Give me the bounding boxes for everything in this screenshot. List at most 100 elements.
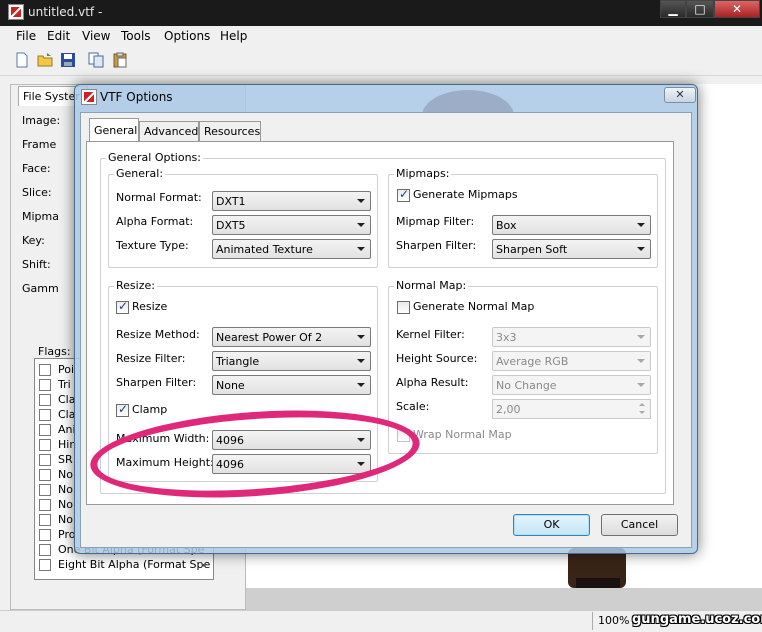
- flag-checkbox[interactable]: [39, 469, 51, 481]
- flag-checkbox[interactable]: [39, 559, 51, 571]
- prop-key-label: Key:: [22, 234, 45, 247]
- texture-type-select[interactable]: Animated Texture: [212, 239, 371, 259]
- menu-bar: File Edit View Tools Options Help: [0, 26, 762, 46]
- resize-filter-select[interactable]: Triangle: [212, 351, 371, 371]
- chevron-down-icon[interactable]: [197, 559, 211, 573]
- tab-general[interactable]: General: [89, 118, 139, 142]
- clamp-label: Clamp: [132, 403, 168, 416]
- main-titlebar: untitled.vtf - ▁ □ ✕: [0, 0, 762, 26]
- flag-item[interactable]: Eight Bit Alpha (Format Spe: [39, 558, 213, 573]
- mipmaps-group-label: Mipmaps:: [394, 167, 452, 180]
- tab-advanced[interactable]: Advanced: [139, 121, 199, 142]
- toolbar: [0, 46, 762, 76]
- normal-format-select[interactable]: DXT1: [212, 191, 371, 211]
- kernel-filter-select[interactable]: 3x3: [492, 327, 651, 347]
- flag-checkbox[interactable]: [39, 544, 51, 556]
- prop-image-label: Image:: [22, 114, 61, 127]
- generate-mipmaps-checkbox[interactable]: [397, 187, 410, 202]
- alpha-result-label: Alpha Result:: [396, 376, 469, 389]
- mipmap-sharpen-select[interactable]: Sharpen Soft: [492, 239, 651, 259]
- cancel-button[interactable]: Cancel: [601, 514, 678, 536]
- mipmap-sharpen-label: Sharpen Filter:: [396, 239, 477, 252]
- chevron-down-icon: [637, 247, 645, 251]
- chevron-down-icon: [637, 359, 645, 363]
- status-divider: [592, 612, 593, 630]
- chevron-down-icon: [357, 247, 365, 251]
- flag-label: Eight Bit Alpha (Format Spe: [58, 558, 211, 571]
- scale-value: 2,00: [496, 403, 521, 416]
- generate-mipmaps-label: Generate Mipmaps: [413, 188, 518, 201]
- flag-checkbox[interactable]: [39, 409, 51, 421]
- mipmap-filter-select[interactable]: Box: [492, 215, 651, 235]
- height-source-label: Height Source:: [396, 352, 478, 365]
- clamp-checkbox[interactable]: [116, 402, 129, 417]
- flag-label: SR: [58, 453, 73, 466]
- flag-checkbox[interactable]: [39, 424, 51, 436]
- normal-format-label: Normal Format:: [116, 191, 202, 204]
- alpha-result-value: No Change: [496, 379, 557, 392]
- height-source-select[interactable]: Average RGB: [492, 351, 651, 371]
- new-file-icon[interactable]: [14, 52, 30, 68]
- flag-checkbox[interactable]: [39, 514, 51, 526]
- menu-options[interactable]: Options: [164, 29, 210, 43]
- save-icon[interactable]: [60, 52, 76, 68]
- menu-help[interactable]: Help: [220, 29, 247, 43]
- alpha-format-value: DXT5: [216, 219, 246, 232]
- prop-shift-label: Shift:: [22, 258, 51, 271]
- resize-filter-label: Resize Filter:: [116, 352, 186, 365]
- menu-edit[interactable]: Edit: [47, 29, 70, 43]
- open-folder-icon[interactable]: [37, 52, 53, 68]
- flag-checkbox[interactable]: [39, 499, 51, 511]
- flag-label: Tri: [58, 378, 71, 391]
- copy-icon[interactable]: [88, 52, 104, 68]
- canvas-bottom-strip: [246, 588, 762, 610]
- spin-up-icon[interactable]: [635, 401, 649, 409]
- flags-label: Flags:: [38, 345, 71, 358]
- scale-label: Scale:: [396, 400, 430, 413]
- chevron-down-icon: [357, 223, 365, 227]
- resize-checkbox[interactable]: [116, 299, 129, 314]
- flag-checkbox[interactable]: [39, 454, 51, 466]
- wrap-normal-map-label: Wrap Normal Map: [413, 428, 512, 441]
- resize-method-select[interactable]: Nearest Power Of 2: [212, 327, 371, 347]
- flag-checkbox[interactable]: [39, 529, 51, 541]
- mipmap-filter-label: Mipmap Filter:: [396, 215, 475, 228]
- minimize-button[interactable]: ▁: [660, 0, 686, 18]
- app-icon: [8, 4, 24, 20]
- resize-method-value: Nearest Power Of 2: [216, 331, 323, 344]
- window-title: untitled.vtf -: [28, 5, 103, 19]
- generate-normal-map-checkbox[interactable]: [397, 301, 410, 314]
- flag-checkbox[interactable]: [39, 394, 51, 406]
- prop-frame-label: Frame: [22, 138, 57, 151]
- paste-icon[interactable]: [112, 52, 128, 68]
- mipmap-sharpen-value: Sharpen Soft: [496, 243, 568, 256]
- flag-checkbox[interactable]: [39, 439, 51, 451]
- resize-sharpen-select[interactable]: None: [212, 375, 371, 395]
- prop-slice-label: Slice:: [22, 186, 52, 199]
- resize-sharpen-label: Sharpen Filter:: [116, 376, 197, 389]
- resize-group-label: Resize:: [114, 279, 157, 292]
- menu-view[interactable]: View: [82, 29, 110, 43]
- flag-checkbox[interactable]: [39, 364, 51, 376]
- chevron-down-icon: [357, 199, 365, 203]
- dialog-title: VTF Options: [100, 90, 173, 104]
- dialog-close-button[interactable]: ✕: [664, 87, 696, 103]
- close-button[interactable]: ✕: [714, 0, 760, 18]
- kernel-filter-label: Kernel Filter:: [396, 328, 465, 341]
- alpha-result-select[interactable]: No Change: [492, 375, 651, 395]
- ok-button[interactable]: OK: [513, 514, 590, 536]
- flag-label: Poi: [58, 363, 75, 376]
- flag-checkbox[interactable]: [39, 379, 51, 391]
- menu-tools[interactable]: Tools: [121, 29, 151, 43]
- general-group-label: General:: [114, 167, 166, 180]
- flag-label: Ani: [58, 423, 76, 436]
- maximize-button[interactable]: □: [686, 0, 714, 18]
- scale-spinner[interactable]: 2,00: [492, 399, 651, 419]
- menu-file[interactable]: File: [16, 29, 36, 43]
- alpha-format-select[interactable]: DXT5: [212, 215, 371, 235]
- flag-checkbox[interactable]: [39, 484, 51, 496]
- spin-down-icon[interactable]: [635, 409, 649, 417]
- tab-resources[interactable]: Resources: [199, 121, 261, 142]
- flag-label: No: [58, 498, 73, 511]
- kernel-filter-value: 3x3: [496, 331, 517, 344]
